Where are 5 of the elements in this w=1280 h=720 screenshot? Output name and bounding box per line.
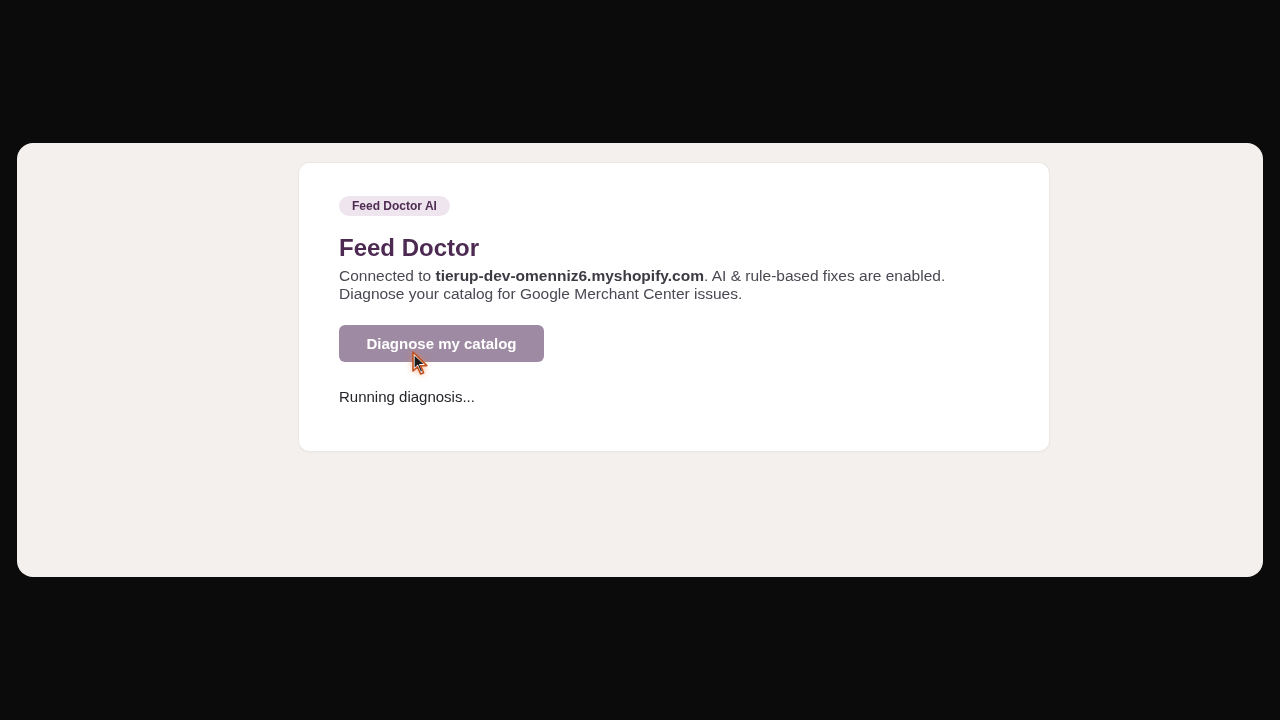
app-badge: Feed Doctor AI xyxy=(339,196,450,216)
mouse-pointer-icon xyxy=(411,351,429,377)
status-text: Running diagnosis... xyxy=(339,388,475,406)
connection-description: Connected to tierup-dev-omenniz6.myshopify.com. AI & rule-based fixes are enabled. Diagnose your catalog for Google Merchant Center issues. xyxy=(339,267,947,303)
page-title: Feed Doctor xyxy=(339,234,479,262)
